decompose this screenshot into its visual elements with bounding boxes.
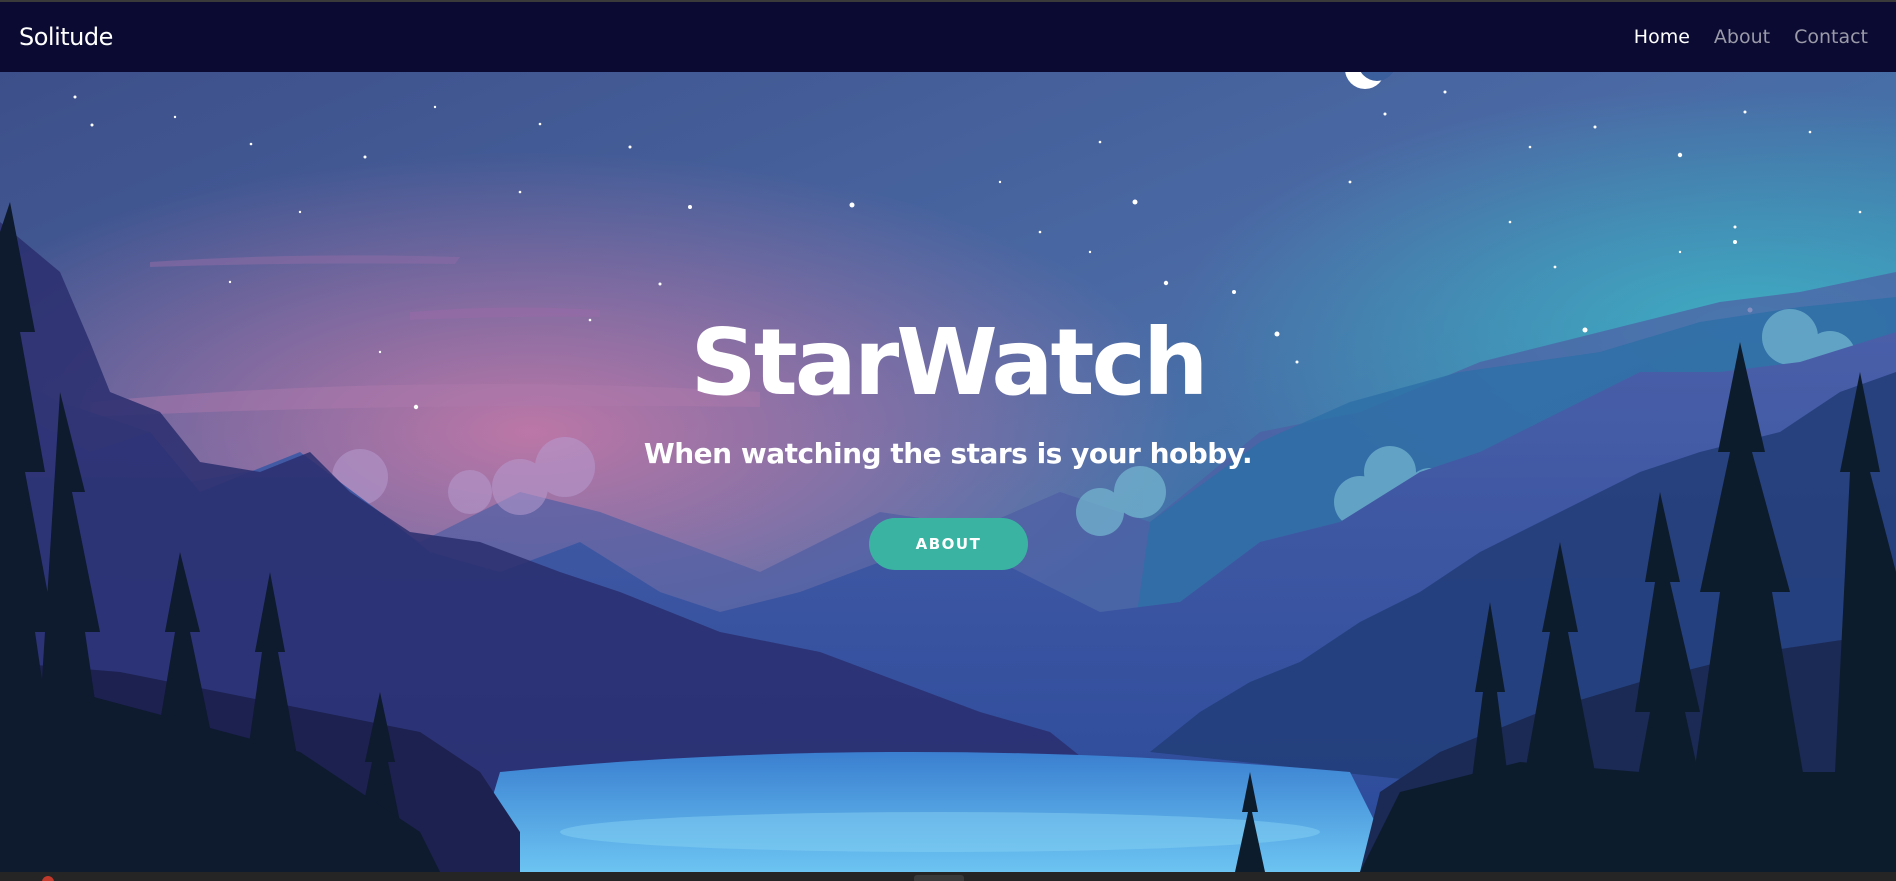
nav-link-contact[interactable]: Contact xyxy=(1794,26,1868,48)
hero-content: StarWatch When watching the stars is you… xyxy=(0,72,1896,872)
nav-link-home[interactable]: Home xyxy=(1634,26,1690,48)
about-button[interactable]: ABOUT xyxy=(869,518,1028,570)
status-dot-icon xyxy=(42,876,54,881)
hero-title: StarWatch xyxy=(690,309,1209,416)
nav-link-about[interactable]: About xyxy=(1714,26,1770,48)
hero-subtitle: When watching the stars is your hobby. xyxy=(643,437,1253,470)
taskbar-strip xyxy=(0,872,1896,881)
nav-links: Home About Contact xyxy=(1634,26,1868,48)
navbar: Solitude Home About Contact xyxy=(0,2,1896,72)
page: Solitude Home About Contact StarWatch Wh… xyxy=(0,0,1896,881)
brand-logo-link[interactable]: Solitude xyxy=(19,23,113,51)
hero-section: StarWatch When watching the stars is you… xyxy=(0,72,1896,872)
taskbar-tab[interactable] xyxy=(914,875,964,881)
